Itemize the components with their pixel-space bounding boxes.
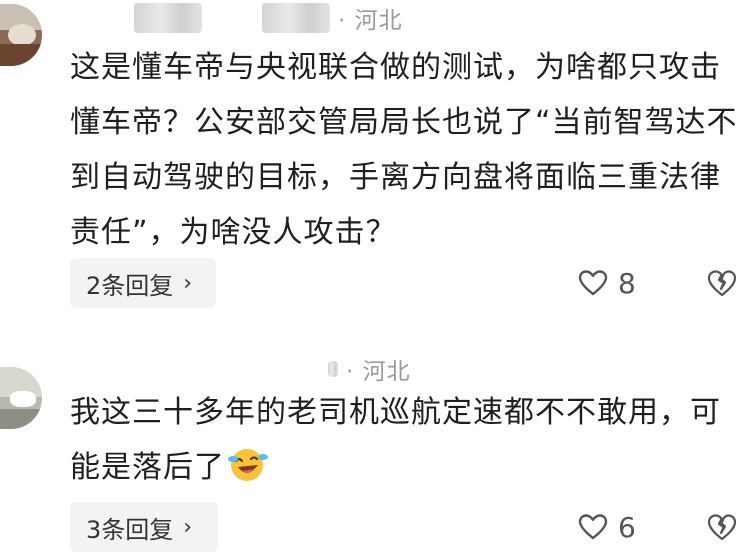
comment-text-body: 我这三十多年的老司机巡航定速都不不敢用，可能是落后了 <box>70 395 721 485</box>
heart-icon <box>578 514 608 540</box>
comment-item: · 河北 这是懂车帝与央视联合做的测试，为啥都只攻击懂车帝？公安部交管局局长也说… <box>0 0 750 320</box>
location-label: · 河北 <box>346 359 411 385</box>
heart-icon <box>578 270 608 296</box>
comment-item: · 河北 我这三十多年的老司机巡航定速都不不敢用，可能是落后了 3条回复 › 6 <box>0 345 750 556</box>
like-button[interactable]: 8 <box>578 258 636 308</box>
broken-heart-icon[interactable] <box>706 511 738 543</box>
location-label: · 河北 <box>338 8 403 34</box>
username-redacted[interactable] <box>134 3 202 33</box>
broken-heart-icon[interactable] <box>706 267 738 299</box>
chevron-right-icon: › <box>183 270 193 296</box>
replies-label: 2条回复 <box>86 271 174 300</box>
avatar[interactable] <box>0 367 42 429</box>
laughing-crying-emoji-icon <box>228 449 268 481</box>
username-redacted[interactable] <box>328 361 338 377</box>
like-count: 8 <box>618 266 636 300</box>
comment-header: · 河北 <box>70 351 411 387</box>
like-button[interactable]: 6 <box>578 502 636 552</box>
view-replies-button[interactable]: 3条回复 › <box>70 502 218 552</box>
chevron-right-icon: › <box>183 514 193 540</box>
username-redacted-part <box>262 3 330 33</box>
like-count: 6 <box>618 510 636 544</box>
comment-header: · 河北 <box>70 0 403 36</box>
replies-label: 3条回复 <box>86 515 174 544</box>
view-replies-button[interactable]: 2条回复 › <box>70 258 216 308</box>
comment-text: 这是懂车帝与央视联合做的测试，为啥都只攻击懂车帝？公安部交管局局长也说了“当前智… <box>70 50 738 250</box>
avatar[interactable] <box>0 4 42 66</box>
comment-text: 我这三十多年的老司机巡航定速都不不敢用，可能是落后了 <box>70 385 742 495</box>
